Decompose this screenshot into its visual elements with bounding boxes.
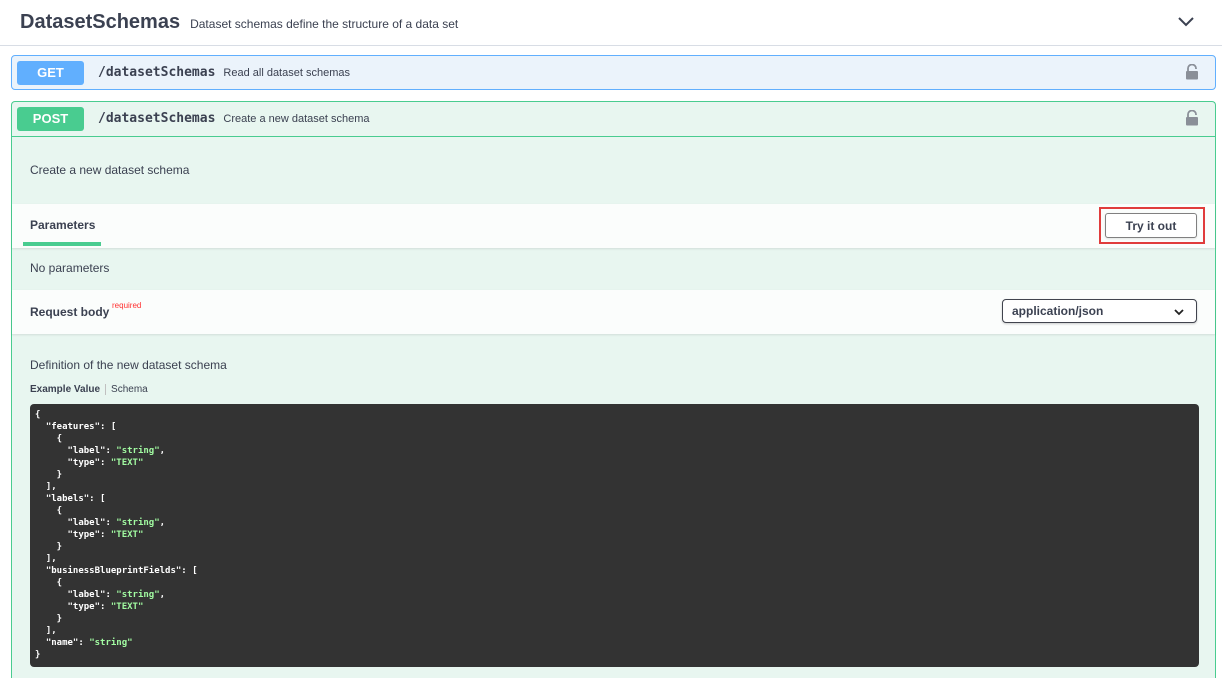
request-body-description: Definition of the new dataset schema: [30, 358, 227, 372]
tag-description: Dataset schemas define the structure of …: [190, 16, 459, 31]
code-line: "type": "TEXT": [35, 458, 144, 468]
tab-parameters[interactable]: Parameters: [30, 218, 95, 232]
code-line: "labels": [: [35, 494, 106, 504]
lock-icon[interactable]: [1185, 110, 1199, 126]
code-line: }: [35, 470, 63, 480]
post-method-badge: POST: [17, 106, 84, 131]
code-line: "label": "string",: [35, 518, 166, 528]
code-line: {: [35, 578, 63, 588]
required-badge: required: [112, 301, 142, 310]
no-parameters-text: No parameters: [30, 261, 110, 275]
get-operation: GET /datasetSchemas Read all dataset sch…: [11, 55, 1216, 90]
post-operation-path: /datasetSchemas: [98, 111, 216, 126]
code-line: }: [35, 614, 63, 624]
get-operation-summary[interactable]: GET /datasetSchemas Read all dataset sch…: [12, 56, 1215, 89]
tab-active-indicator: [23, 242, 101, 246]
code-line: }: [35, 542, 63, 552]
get-operation-path: /datasetSchemas: [98, 65, 216, 80]
code-line: "type": "TEXT": [35, 602, 144, 612]
post-operation-summary-text: Create a new dataset schema: [223, 112, 370, 125]
request-body-header: Request body required application/json: [12, 290, 1215, 334]
code-line: "businessBlueprintFields": [: [35, 566, 198, 576]
parameters-header: Parameters Try it out: [12, 204, 1215, 248]
code-line: "label": "string",: [35, 590, 166, 600]
code-line: ],: [35, 626, 57, 636]
lock-icon[interactable]: [1185, 64, 1199, 80]
code-line: "name": "string": [35, 638, 133, 648]
code-line: {: [35, 506, 63, 516]
code-line: {: [35, 434, 63, 444]
tag-header[interactable]: DatasetSchemas Dataset schemas define th…: [0, 0, 1222, 46]
post-operation: POST /datasetSchemas Create a new datase…: [11, 101, 1216, 678]
tab-example-value[interactable]: Example Value: [30, 384, 100, 395]
content-type-value: application/json: [1012, 304, 1104, 318]
model-tabs: Example Value Schema: [30, 384, 148, 395]
try-it-out-highlight: Try it out: [1099, 207, 1205, 244]
divider: [12, 136, 1215, 137]
code-line: ],: [35, 554, 57, 564]
tab-separator: [105, 384, 107, 395]
try-it-out-button[interactable]: Try it out: [1105, 213, 1197, 238]
code-line: }: [35, 650, 41, 660]
code-line: "label": "string",: [35, 446, 166, 456]
tab-schema[interactable]: Schema: [111, 384, 148, 395]
code-line: {: [35, 410, 41, 420]
request-body-label: Request body: [30, 305, 110, 319]
get-method-badge: GET: [17, 60, 84, 85]
content-type-select[interactable]: application/json: [1002, 299, 1197, 323]
chevron-down-icon: [1174, 309, 1184, 316]
code-line: "type": "TEXT": [35, 530, 144, 540]
code-line: ],: [35, 482, 57, 492]
tag-title: DatasetSchemas: [20, 11, 181, 33]
get-operation-summary-text: Read all dataset schemas: [223, 66, 350, 79]
chevron-down-icon[interactable]: [1176, 13, 1196, 31]
operation-description: Create a new dataset schema: [30, 163, 190, 177]
post-operation-summary[interactable]: POST /datasetSchemas Create a new datase…: [12, 102, 1215, 135]
code-line: "features": [: [35, 422, 117, 432]
example-value-code[interactable]: { "features": [ { "label": "string", "ty…: [30, 404, 1199, 667]
